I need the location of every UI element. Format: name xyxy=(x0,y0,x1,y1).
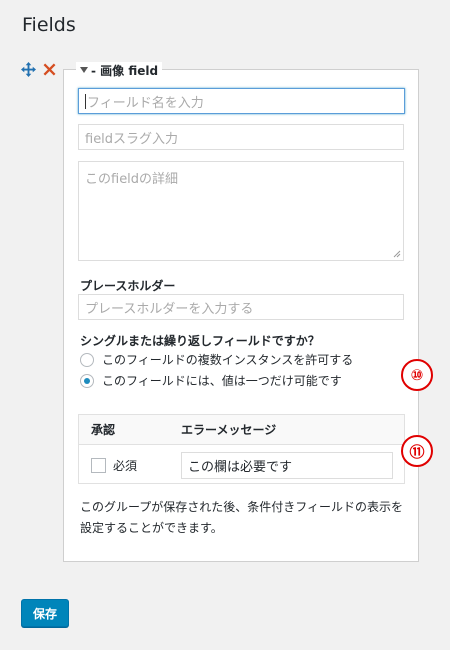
field-name-placeholder: フィールド名を入力 xyxy=(87,95,204,111)
annotation-badge-10: ⑩ xyxy=(401,359,433,391)
field-legend-label: - 画像 field xyxy=(91,63,159,78)
required-checkbox[interactable] xyxy=(91,457,106,473)
error-message-value: この欄は必要です xyxy=(188,459,293,475)
required-cell: 必須 xyxy=(79,457,181,474)
delete-icon[interactable] xyxy=(43,63,56,76)
radio-option-single[interactable]: このフィールドには、値は一つだけ可能です xyxy=(80,372,342,389)
field-description-textarea[interactable]: このfieldの詳細 xyxy=(78,161,404,261)
validation-table-header: 承認 エラーメッセージ xyxy=(79,415,404,445)
resize-grip-icon[interactable] xyxy=(393,250,401,258)
radio-label: このフィールドには、値は一つだけ可能です xyxy=(102,374,342,388)
field-legend[interactable]: - 画像 field xyxy=(76,62,163,78)
radio-option-multiple[interactable]: このフィールドの複数インスタンスを許可する xyxy=(80,351,353,368)
error-message-input[interactable]: この欄は必要です xyxy=(181,451,393,479)
required-label: 必須 xyxy=(113,458,138,473)
placeholder-input[interactable]: プレースホルダーを入力する xyxy=(78,294,404,320)
text-caret xyxy=(85,93,86,109)
page-title: Fields xyxy=(22,14,76,36)
field-slug-input[interactable]: fieldスラグ入力 xyxy=(78,124,404,150)
annotation-badge-11: ⑪ xyxy=(401,435,433,467)
triangle-down-icon[interactable] xyxy=(80,67,88,73)
save-button[interactable]: 保存 xyxy=(21,599,69,627)
radio-button[interactable] xyxy=(80,352,94,367)
col-error-message: エラーメッセージ xyxy=(181,423,277,437)
validation-table: 承認 エラーメッセージ 必須 この欄は必要です xyxy=(78,414,405,484)
placeholder-label: プレースホルダー xyxy=(80,279,176,293)
validation-row: 必須 この欄は必要です xyxy=(79,445,404,485)
col-validation: 承認 xyxy=(91,423,116,437)
field-description-placeholder: このfieldの詳細 xyxy=(85,172,179,187)
field-name-input[interactable]: フィールド名を入力 xyxy=(78,88,405,114)
radio-label: このフィールドの複数インスタンスを許可する xyxy=(102,353,354,367)
conditional-note: このグループが保存された後、条件付きフィールドの表示を設定することができます。 xyxy=(80,500,404,535)
repeat-question: シングルまたは繰り返しフィールドですか？ xyxy=(80,334,320,348)
placeholder-input-placeholder: プレースホルダーを入力する xyxy=(85,301,254,317)
radio-button-checked[interactable] xyxy=(80,373,94,388)
field-slug-placeholder: fieldスラグ入力 xyxy=(85,131,179,147)
move-icon[interactable] xyxy=(21,62,36,77)
